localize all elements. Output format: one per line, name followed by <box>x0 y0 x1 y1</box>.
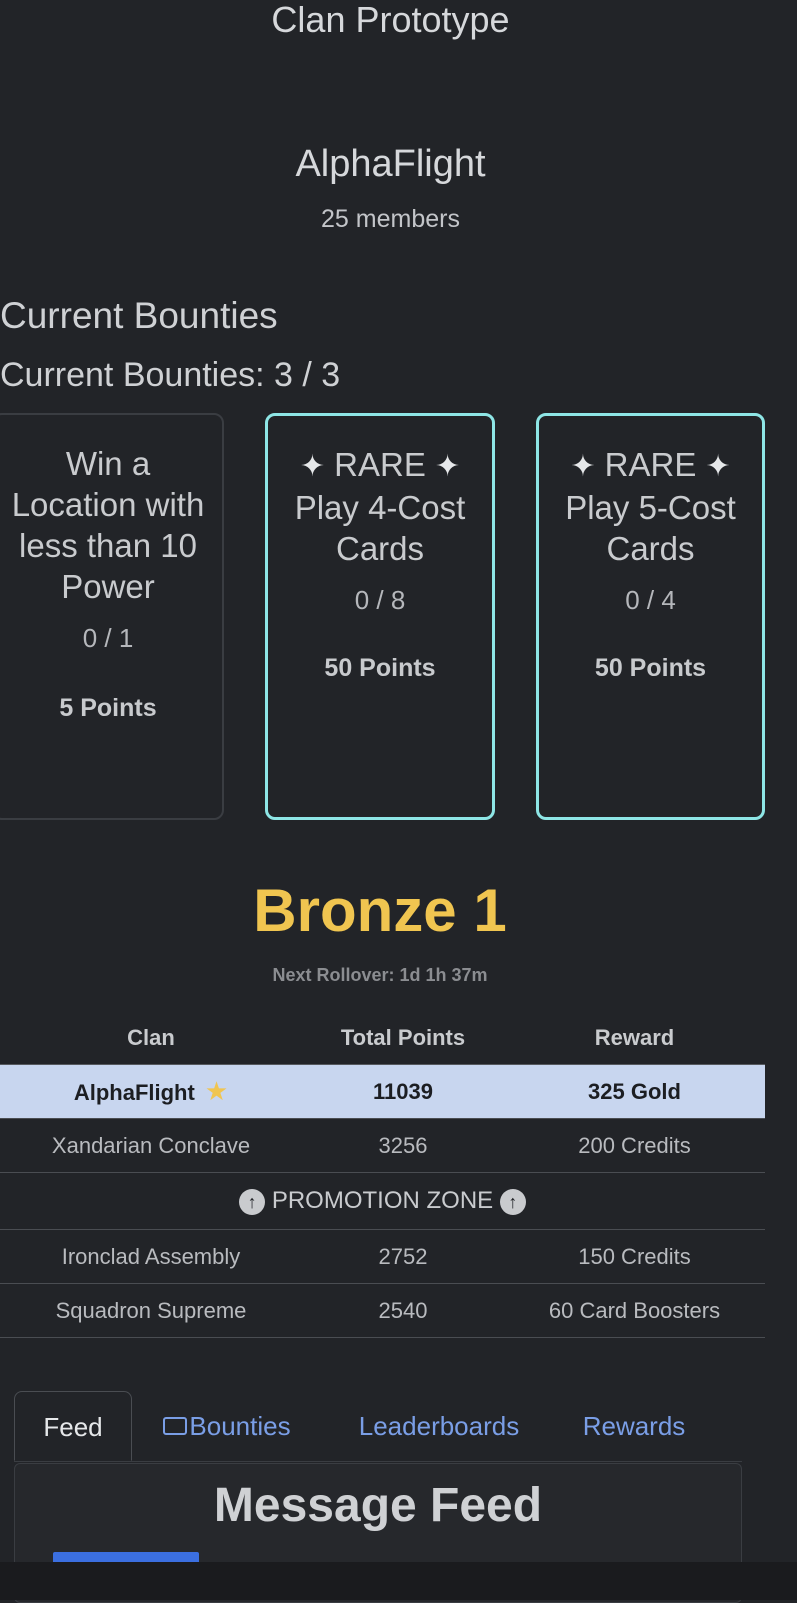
tab-label: Rewards <box>582 1411 686 1441</box>
rollover-timer: Next Rollover: 1d 1h 37m <box>272 965 488 985</box>
row-clan-name: Squadron Supreme <box>0 1283 302 1338</box>
app-title: Clan Prototype <box>271 0 510 40</box>
row-clan-name: AlphaFlight <box>73 1080 195 1105</box>
row-reward: 325 Gold <box>504 1064 765 1119</box>
tab-leaderboards[interactable]: Leaderboards <box>339 1391 539 1461</box>
clan-name: AlphaFlight <box>295 143 486 185</box>
bounty-title: Play 4-Cost Cards <box>294 489 466 567</box>
bounty-progress: 0 / 1 <box>82 623 134 653</box>
promotion-zone-row: ↑ PROMOTION ZONE ↑ <box>0 1172 765 1230</box>
tab-rewards[interactable]: Rewards <box>574 1391 694 1461</box>
tab-label: Leaderboards <box>358 1411 520 1441</box>
bounty-progress: 0 / 4 <box>625 585 676 615</box>
row-points: 11039 <box>302 1064 504 1119</box>
bounty-rare-label: RARE <box>334 446 426 483</box>
row-reward: 200 Credits <box>504 1118 765 1173</box>
bounty-title: Play 5-Cost Cards <box>565 489 736 567</box>
table-row: AlphaFlight ★ 11039 325 Gold <box>0 1064 765 1119</box>
row-clan-name: Ironclad Assembly <box>0 1229 302 1284</box>
table-row: Xandarian Conclave 3256 200 Credits <box>0 1118 765 1173</box>
bounty-points: 50 Points <box>324 654 436 682</box>
list-card-icon <box>163 1417 188 1436</box>
sparkle-icon: ✦ <box>570 450 596 483</box>
table-row: Ironclad Assembly 2752 150 Credits <box>0 1229 765 1284</box>
sparkle-icon: ✦ <box>705 450 731 483</box>
bounty-rare-label: RARE <box>604 446 697 483</box>
tab-bounties[interactable]: Bounties <box>152 1391 302 1461</box>
column-header-reward: Reward <box>504 1012 765 1065</box>
bottom-bar <box>0 1562 797 1600</box>
leaderboard-table: Clan Total Points Reward AlphaFlight ★ 11… <box>0 1012 765 1338</box>
bounty-title: Win a Location with less than 10 Power <box>11 445 205 605</box>
bounties-section-title: Current Bounties <box>0 295 278 336</box>
tab-bar: Feed Bounties Leaderboards Rewards <box>14 1391 742 1462</box>
row-reward: 150 Credits <box>504 1229 765 1284</box>
bounty-points: 5 Points <box>59 694 157 722</box>
sparkle-icon: ✦ <box>435 450 461 483</box>
table-row: Squadron Supreme 2540 60 Card Boosters <box>0 1283 765 1338</box>
arrow-up-circle-icon: ↑ <box>499 1188 526 1215</box>
bounty-progress: 0 / 8 <box>354 585 406 615</box>
promotion-zone-label: PROMOTION ZONE <box>271 1187 494 1214</box>
bounty-card[interactable]: Win a Location with less than 10 Power 0… <box>0 413 224 820</box>
arrow-up-circle-icon: ↑ <box>239 1188 266 1215</box>
feed-title: Message Feed <box>213 1479 543 1532</box>
star-icon: ★ <box>204 1076 229 1106</box>
bounty-card-rare[interactable]: ✦ RARE ✦ Play 4-Cost Cards 0 / 8 50 Poin… <box>265 413 495 820</box>
column-header-points: Total Points <box>302 1012 504 1065</box>
row-points: 2540 <box>302 1283 504 1338</box>
tab-label: Feed <box>43 1412 103 1442</box>
tab-label: Bounties <box>189 1411 291 1441</box>
bounties-count: Current Bounties: 3 / 3 <box>0 356 341 394</box>
bounty-card-rare[interactable]: ✦ RARE ✦ Play 5-Cost Cards 0 / 4 50 Poin… <box>536 413 765 820</box>
clan-member-count: 25 members <box>321 205 460 233</box>
row-points: 3256 <box>302 1118 504 1173</box>
bounty-points: 50 Points <box>594 654 707 682</box>
column-header-clan: Clan <box>0 1012 302 1065</box>
row-clan-name: Xandarian Conclave <box>0 1118 302 1173</box>
row-points: 2752 <box>302 1229 504 1284</box>
sparkle-icon: ✦ <box>299 450 325 483</box>
tab-feed[interactable]: Feed <box>14 1391 132 1461</box>
league-tier: Bronze 1 <box>253 877 507 944</box>
row-reward: 60 Card Boosters <box>504 1283 765 1338</box>
